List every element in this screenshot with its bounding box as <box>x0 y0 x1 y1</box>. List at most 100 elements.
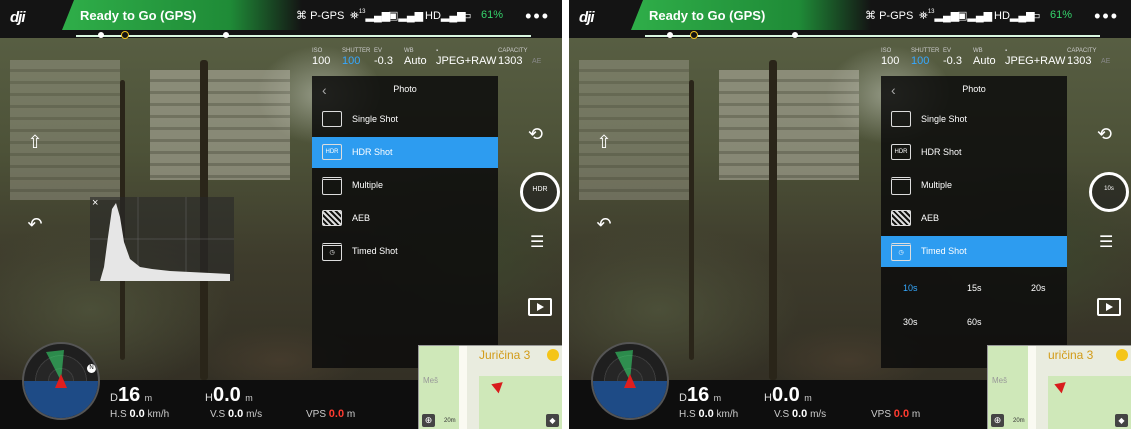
hs-value: 0.0 <box>129 408 145 420</box>
zoom-icon[interactable]: ⊕ <box>991 414 1004 427</box>
hd-signal[interactable]: HD▂▄▆ <box>425 9 466 22</box>
flight-mode-label: P-GPS <box>879 10 914 22</box>
gps-sat-count: 13 <box>927 9 935 15</box>
takeoff-icon[interactable]: ⇧ <box>22 132 48 154</box>
more-menu-button[interactable]: ••• <box>525 6 550 27</box>
timer-option-20s[interactable]: 20s <box>1031 283 1046 293</box>
iso-value: 100 <box>312 55 331 67</box>
menu-item-aeb[interactable]: AEB <box>312 203 498 234</box>
eraser-icon[interactable]: ◆ <box>546 414 559 427</box>
eraser-icon[interactable]: ◆ <box>1115 414 1128 427</box>
wb-label: WB <box>404 48 414 54</box>
timed-shot-icon: ◷ <box>891 243 911 261</box>
hs-label: H.S <box>679 409 696 420</box>
map-road <box>459 346 467 429</box>
playback-button[interactable] <box>528 298 552 316</box>
distance-label: D <box>110 392 118 404</box>
height-readout: H0.0 m <box>205 384 253 407</box>
shutter-mode-label: HDR <box>532 186 548 193</box>
mini-map[interactable]: uričina 3 Meš ⊕ 20m ◆ <box>987 345 1131 429</box>
vps-label: VPS <box>306 409 327 420</box>
return-home-icon[interactable]: ↶ <box>591 214 617 236</box>
shutter-label: SHUTTER <box>342 48 371 54</box>
menu-item-hdr-shot[interactable]: HDR HDR Shot <box>312 137 498 168</box>
map-scale: 20m <box>1013 418 1025 424</box>
height-label: H <box>764 392 772 404</box>
camera-settings-icon[interactable]: ☰ <box>530 232 544 252</box>
aeb-icon <box>322 210 342 226</box>
histogram[interactable]: × <box>90 197 234 281</box>
timer-option-15s[interactable]: 15s <box>967 283 982 293</box>
map-lock-icon[interactable] <box>1116 349 1128 361</box>
top-status-bar: dji Ready to Go (GPS) ⌘ P-GPS ⛯13▂▄▆ ▣▂▄… <box>569 0 1131 39</box>
aeb-icon <box>891 210 911 226</box>
rc-signal[interactable]: ▣▂▄▆ <box>957 9 992 22</box>
zoom-icon[interactable]: ⊕ <box>422 414 435 427</box>
mini-map[interactable]: Juričina 3 Meš ⊕ 20m ◆ <box>418 345 562 429</box>
timer-option-60s[interactable]: 60s <box>967 317 982 327</box>
gps-status[interactable]: ⛯13▂▄▆ <box>919 9 959 23</box>
map-side-label: Meš <box>423 376 439 385</box>
background-building <box>10 60 120 200</box>
vs-value: 0.0 <box>227 408 244 420</box>
menu-title: Photo <box>962 84 986 94</box>
panel-divider <box>562 0 569 429</box>
menu-item-label: HDR Shot <box>921 147 962 157</box>
attitude-radar[interactable] <box>591 342 669 420</box>
menu-item-single-shot[interactable]: Single Shot <box>312 104 498 135</box>
vs-unit: m/s <box>810 409 827 420</box>
vps-label: VPS <box>871 409 892 420</box>
vps-unit: m <box>911 409 921 420</box>
format-value: JPEG+RAW <box>1005 55 1066 67</box>
return-home-icon[interactable]: ↶ <box>22 214 48 236</box>
dji-logo: dji <box>579 9 594 26</box>
vs-value: 0.0 <box>791 408 808 420</box>
horizontal-speed: H.S 0.0 km/h <box>110 408 169 420</box>
battery-icon: ▭ <box>461 10 472 22</box>
timer-option-30s[interactable]: 30s <box>903 317 918 327</box>
more-menu-button[interactable]: ••• <box>1094 6 1119 27</box>
menu-item-single-shot[interactable]: Single Shot <box>881 104 1067 135</box>
flight-mode[interactable]: ⌘ P-GPS <box>865 9 913 22</box>
rc-signal[interactable]: ▣▂▄▆ <box>388 9 423 22</box>
shutter-label: SHUTTER <box>911 48 940 54</box>
battery-percent[interactable]: 61% <box>1050 9 1072 21</box>
flight-mode[interactable]: ⌘ P-GPS <box>296 9 344 22</box>
satellite-icon: ⛯ <box>919 10 928 22</box>
shutter-value: 100 <box>342 55 361 67</box>
camera-settings-icon[interactable]: ☰ <box>1099 232 1113 252</box>
menu-item-multiple[interactable]: Multiple <box>881 170 1067 201</box>
attitude-radar[interactable]: N <box>22 342 100 420</box>
timer-option-10s[interactable]: 10s <box>903 283 918 293</box>
gps-status[interactable]: ⛯13▂▄▆ <box>350 9 390 23</box>
timed-shot-icon: ◷ <box>322 243 342 261</box>
aircraft-status[interactable]: Ready to Go (GPS) <box>631 0 871 30</box>
signal-bars-icon: ▂▄▆ <box>365 10 391 22</box>
camera-switch-icon[interactable]: ⟲ <box>1097 124 1112 145</box>
vs-unit: m/s <box>246 409 263 420</box>
histogram-close-button[interactable]: × <box>92 197 98 209</box>
menu-item-hdr-shot[interactable]: HDR HDR Shot <box>881 137 1067 168</box>
menu-item-label: AEB <box>921 213 940 223</box>
remote-controller-icon: ▣ <box>957 10 968 22</box>
distance-unit: m <box>713 393 722 403</box>
camera-switch-icon[interactable]: ⟲ <box>528 124 543 145</box>
map-lock-icon[interactable] <box>547 349 559 361</box>
hd-signal[interactable]: HD▂▄▆ <box>994 9 1035 22</box>
menu-item-aeb[interactable]: AEB <box>881 203 1067 234</box>
menu-item-label: Multiple <box>352 180 384 190</box>
aircraft-status[interactable]: Ready to Go (GPS) <box>62 0 302 30</box>
photo-mode-menu: ‹ Photo Single Shot HDR HDR Shot Multipl… <box>881 76 1067 368</box>
battery-percent[interactable]: 61% <box>481 9 503 21</box>
capacity-label: CAPACITY <box>1067 48 1097 54</box>
playback-button[interactable] <box>1097 298 1121 316</box>
shutter-button[interactable]: HDR <box>520 172 560 212</box>
shutter-button[interactable]: 10s <box>1089 172 1129 212</box>
takeoff-icon[interactable]: ⇧ <box>591 132 617 154</box>
menu-item-multiple[interactable]: Multiple <box>312 170 498 201</box>
remote-controller-icon: ▣ <box>388 10 399 22</box>
vps-unit: m <box>346 409 356 420</box>
menu-item-timed-shot[interactable]: ◷ Timed Shot <box>881 236 1067 267</box>
ev-value: -0.3 <box>943 55 962 67</box>
menu-item-timed-shot[interactable]: ◷ Timed Shot <box>312 236 498 267</box>
